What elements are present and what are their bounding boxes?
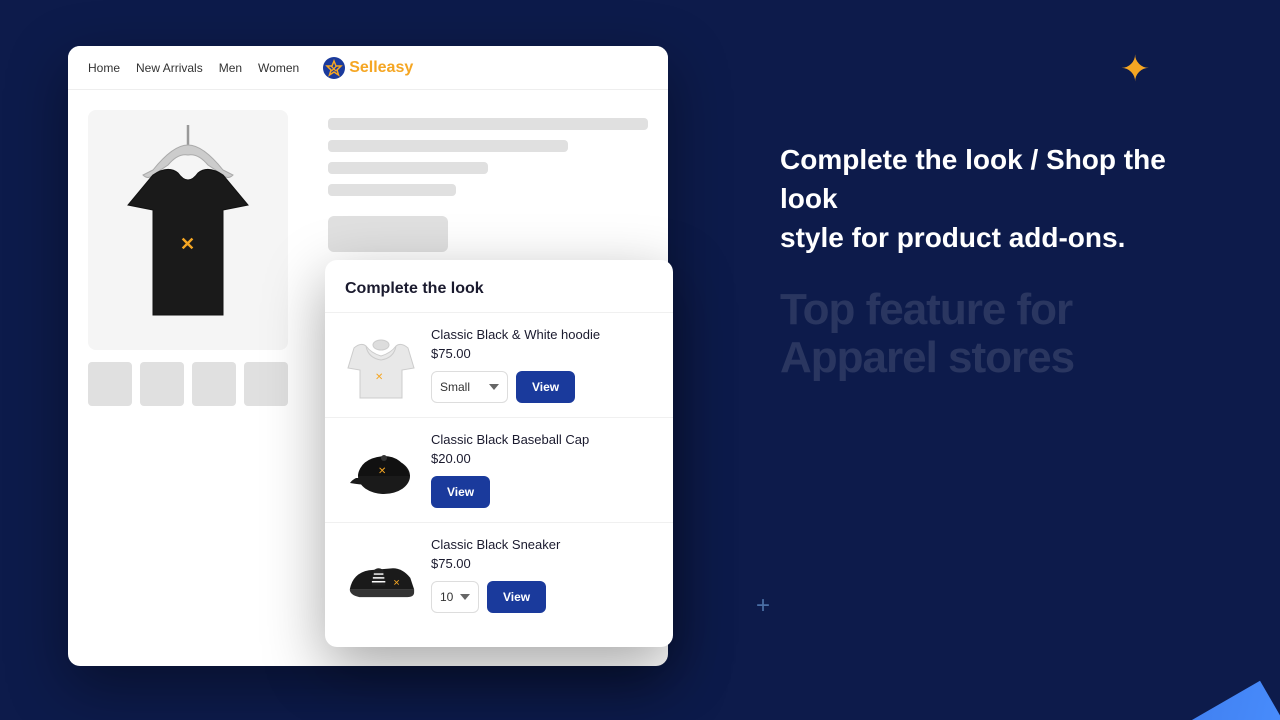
sneaker-view-button[interactable]: View (487, 581, 546, 613)
svg-text:✕: ✕ (330, 64, 338, 74)
logo-sell: Sell (349, 59, 377, 76)
skeleton-price (328, 162, 488, 174)
sneaker-price: $75.00 (431, 556, 653, 571)
skeleton-button (328, 216, 448, 252)
logo-icon: ✕ (323, 57, 345, 79)
hoodie-price: $75.00 (431, 346, 653, 361)
product-image-area: ✕ (88, 110, 308, 430)
logo-text: Selleasy (349, 59, 413, 77)
svg-text:✕: ✕ (378, 466, 386, 477)
sneaker-svg: ✕ (345, 548, 417, 603)
product-item-hoodie: ✕ Classic Black & White hoodie $75.00 Sm… (325, 312, 673, 417)
sneaker-image: ✕ (345, 539, 417, 611)
hoodie-size-select[interactable]: Small Medium Large XL (431, 371, 508, 403)
right-content: Complete the look / Shop the lookstyle f… (780, 140, 1200, 382)
sneaker-details: Classic Black Sneaker $75.00 8 9 10 11 1… (431, 537, 653, 613)
complete-look-panel: Complete the look ✕ Classic Black & Whit… (325, 260, 673, 647)
product-item-cap: ✕ Classic Black Baseball Cap $20.00 View (325, 417, 673, 522)
skeleton-subtitle (328, 140, 568, 152)
hoodie-details: Classic Black & White hoodie $75.00 Smal… (431, 327, 653, 403)
nav-links: Home New Arrivals Men Women (88, 61, 299, 75)
thumbnail-4[interactable] (244, 362, 288, 406)
product-item-sneaker: ✕ Classic Black Sneaker $75.00 8 9 10 11… (325, 522, 673, 627)
thumbnail-3[interactable] (192, 362, 236, 406)
skeleton-extra (328, 184, 456, 196)
sneaker-size-select[interactable]: 8 9 10 11 12 (431, 581, 479, 613)
cap-name: Classic Black Baseball Cap (431, 432, 653, 447)
cap-image: ✕ (345, 434, 417, 506)
feature-text-1: Top feature for (780, 286, 1200, 334)
sneaker-name: Classic Black Sneaker (431, 537, 653, 552)
hoodie-view-button[interactable]: View (516, 371, 575, 403)
thumbnail-1[interactable] (88, 362, 132, 406)
product-main-image: ✕ (88, 110, 288, 350)
cap-view-button[interactable]: View (431, 476, 490, 508)
svg-text:✕: ✕ (375, 372, 383, 383)
sneaker-controls: 8 9 10 11 12 View (431, 581, 653, 613)
nav-new-arrivals[interactable]: New Arrivals (136, 61, 203, 75)
product-thumbnails (88, 362, 308, 406)
logo: ✕ Selleasy (323, 57, 413, 79)
nav-women[interactable]: Women (258, 61, 299, 75)
svg-text:✕: ✕ (180, 234, 195, 254)
hoodie-svg: ✕ (346, 328, 416, 403)
nav-men[interactable]: Men (219, 61, 242, 75)
thumbnail-2[interactable] (140, 362, 184, 406)
hoodie-name: Classic Black & White hoodie (431, 327, 653, 342)
panel-title: Complete the look (325, 280, 673, 312)
navbar: Home New Arrivals Men Women ✕ Selleasy (68, 46, 668, 90)
skeleton-title (328, 118, 648, 130)
star-icon: ✦ (1120, 48, 1160, 88)
hoodie-image: ✕ (345, 329, 417, 401)
nav-home[interactable]: Home (88, 61, 120, 75)
cap-svg: ✕ (346, 438, 416, 503)
hoodie-controls: Small Medium Large XL View (431, 371, 653, 403)
logo-easy: easy (378, 59, 414, 76)
cap-price: $20.00 (431, 451, 653, 466)
cap-controls: View (431, 476, 653, 508)
cap-details: Classic Black Baseball Cap $20.00 View (431, 432, 653, 508)
diagonal-stripe (860, 440, 1280, 720)
svg-text:✕: ✕ (393, 577, 400, 587)
tshirt-svg: ✕ (98, 115, 278, 345)
main-headline: Complete the look / Shop the lookstyle f… (780, 140, 1200, 258)
cross-icon: + (756, 592, 770, 620)
feature-text-2: Apparel stores (780, 334, 1200, 382)
